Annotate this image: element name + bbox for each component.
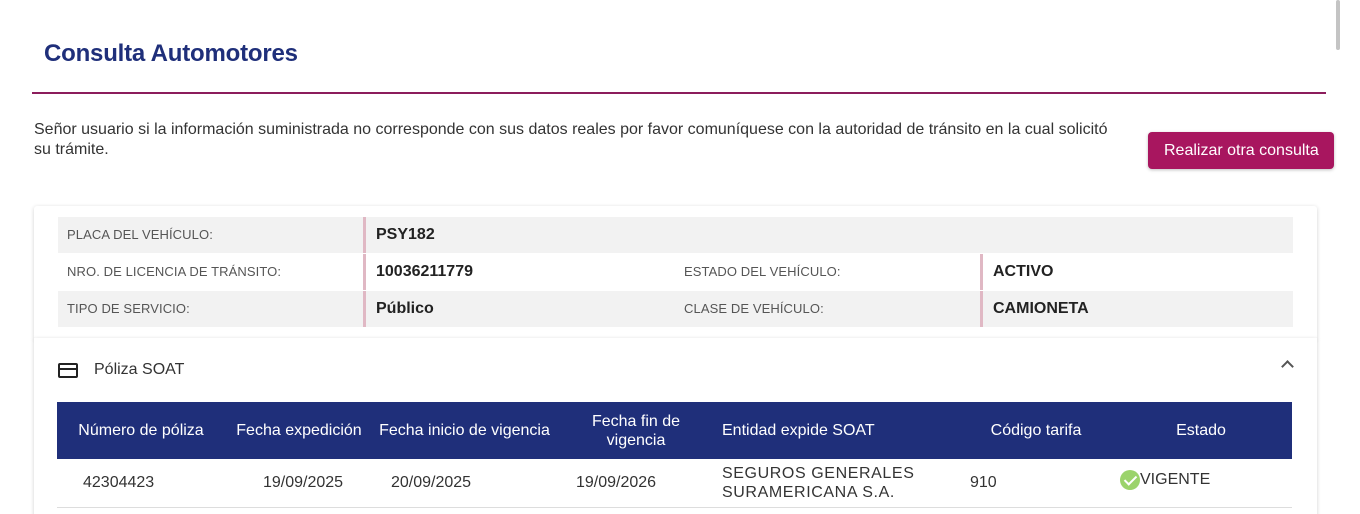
soat-panel: Póliza SOAT Número de póliza Fecha exped… bbox=[34, 338, 1317, 514]
license-value: 10036211779 bbox=[363, 254, 473, 290]
plate-value: PSY182 bbox=[363, 217, 435, 253]
page-title: Consulta Automotores bbox=[44, 40, 298, 67]
soat-panel-header[interactable]: Póliza SOAT bbox=[58, 358, 184, 382]
status-text: VIGENTE bbox=[1140, 471, 1211, 489]
col-header-status: Estado bbox=[1110, 402, 1292, 459]
col-header-issued: Fecha expedición bbox=[225, 402, 373, 459]
service-type-label: TIPO DE SERVICIO: bbox=[67, 301, 190, 316]
col-header-end: Fecha fin de vigencia bbox=[556, 402, 716, 459]
soat-table: Número de póliza Fecha expedición Fecha … bbox=[57, 402, 1292, 508]
scrollbar-thumb[interactable] bbox=[1336, 0, 1340, 50]
col-header-policy: Número de póliza bbox=[57, 402, 225, 459]
col-header-entity: Entidad expide SOAT bbox=[716, 402, 962, 459]
soat-table-header: Número de póliza Fecha expedición Fecha … bbox=[57, 402, 1292, 459]
table-row: 42304423 19/09/2025 20/09/2025 19/09/202… bbox=[57, 459, 1292, 508]
service-type-value: Público bbox=[363, 291, 434, 327]
policy-number-cell: 42304423 bbox=[57, 459, 225, 508]
col-header-rate-code: Código tarifa bbox=[962, 402, 1110, 459]
vehicle-row-plate: PLACA DEL VEHÍCULO: PSY182 bbox=[58, 217, 1293, 253]
rate-code-cell: 910 bbox=[962, 459, 1110, 508]
new-query-button[interactable]: Realizar otra consulta bbox=[1148, 132, 1334, 169]
vehicle-row-service: TIPO DE SERVICIO: Público CLASE DE VEHÍC… bbox=[58, 291, 1293, 327]
col-header-start: Fecha inicio de vigencia bbox=[373, 402, 556, 459]
soat-panel-title: Póliza SOAT bbox=[94, 361, 185, 378]
title-divider bbox=[32, 92, 1326, 94]
vehicle-state-value: ACTIVO bbox=[980, 254, 1053, 290]
check-circle-icon bbox=[1120, 470, 1140, 491]
vehicle-row-license: NRO. DE LICENCIA DE TRÁNSITO: 1003621177… bbox=[58, 254, 1293, 290]
issued-date-cell: 19/09/2025 bbox=[225, 459, 373, 508]
credit-card-icon bbox=[58, 362, 78, 378]
status-cell: VIGENTE bbox=[1110, 459, 1292, 508]
vehicle-class-label: CLASE DE VEHÍCULO: bbox=[684, 301, 824, 316]
status-badge: VIGENTE bbox=[1120, 470, 1211, 491]
chevron-up-icon[interactable] bbox=[1281, 360, 1294, 373]
license-label: NRO. DE LICENCIA DE TRÁNSITO: bbox=[67, 264, 282, 279]
scrollbar-track[interactable] bbox=[1337, 0, 1360, 514]
notice-text: Señor usuario si la información suminist… bbox=[34, 121, 1108, 158]
start-date-cell: 20/09/2025 bbox=[373, 459, 556, 508]
end-date-cell: 19/09/2026 bbox=[556, 459, 716, 508]
vehicle-info-card: PLACA DEL VEHÍCULO: PSY182 NRO. DE LICEN… bbox=[34, 206, 1317, 340]
vehicle-class-value: CAMIONETA bbox=[980, 291, 1089, 327]
plate-label: PLACA DEL VEHÍCULO: bbox=[67, 227, 213, 242]
entity-cell: SEGUROS GENERALES SURAMERICANA S.A. bbox=[716, 459, 962, 508]
vehicle-state-label: ESTADO DEL VEHÍCULO: bbox=[684, 264, 841, 279]
